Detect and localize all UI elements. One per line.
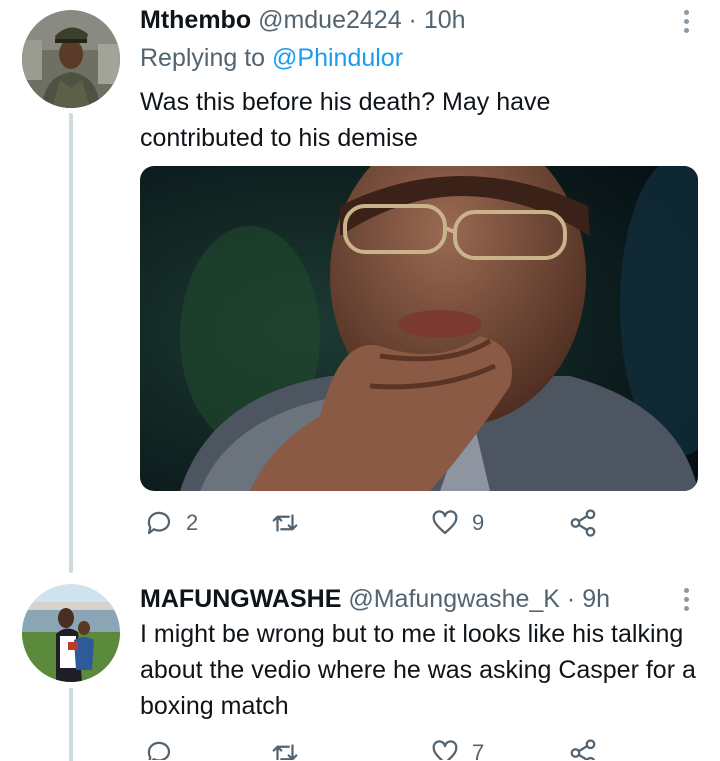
mention-link[interactable]: @Phindulor <box>272 44 403 72</box>
separator-dot: · <box>408 6 417 34</box>
more-icon[interactable] <box>684 588 690 611</box>
photo-image <box>140 166 698 491</box>
user-handle[interactable]: @mdue2424 <box>258 6 402 34</box>
share-button[interactable] <box>568 508 598 538</box>
retweet-icon <box>272 514 298 532</box>
like-count: 9 <box>472 510 485 535</box>
timestamp[interactable]: 10h <box>424 6 466 34</box>
avatar-image <box>22 10 120 108</box>
display-name[interactable]: Mthembo <box>140 6 251 34</box>
tweet-text: I might be wrong but to me it looks like… <box>140 620 696 720</box>
display-name[interactable]: MAFUNGWASHE <box>140 585 341 613</box>
tweet-header: MAFUNGWASHE @Mafungwashe_K · 9h <box>140 585 610 614</box>
timestamp[interactable]: 9h <box>582 585 610 613</box>
tweet-actions: 2 9 <box>140 508 610 542</box>
reply-count: 2 <box>186 510 199 535</box>
retweet-button[interactable] <box>270 508 312 538</box>
tweet-actions: 7 <box>140 738 610 760</box>
tweet-header: Mthembo @mdue2424 · 10h <box>140 6 466 35</box>
tweet-photo[interactable] <box>140 166 698 491</box>
user-handle[interactable]: @Mafungwashe_K <box>348 585 560 613</box>
replying-prefix: Replying to <box>140 44 273 72</box>
more-icon[interactable] <box>684 10 690 33</box>
separator-dot: · <box>566 585 576 613</box>
avatar[interactable] <box>22 10 120 108</box>
like-icon <box>432 740 458 760</box>
like-count: 7 <box>472 740 485 760</box>
share-icon <box>570 509 596 537</box>
like-button[interactable]: 9 <box>430 508 484 538</box>
like-icon <box>432 510 458 535</box>
retweet-button[interactable] <box>270 738 312 760</box>
reply-icon <box>147 741 171 760</box>
avatar-image <box>22 584 120 682</box>
avatar[interactable] <box>22 584 120 682</box>
tweet-text: Was this before his death? May have cont… <box>140 88 551 152</box>
thread-connector-line <box>69 113 73 573</box>
thread-connector-line <box>69 688 73 761</box>
share-icon <box>570 739 596 760</box>
replying-to: Replying to @Phindulor <box>140 44 403 73</box>
share-button[interactable] <box>568 738 598 760</box>
retweet-icon <box>272 744 298 760</box>
like-button[interactable]: 7 <box>430 738 484 760</box>
reply-button[interactable] <box>144 738 186 760</box>
reply-button[interactable]: 2 <box>144 508 198 538</box>
reply-icon <box>147 511 171 535</box>
